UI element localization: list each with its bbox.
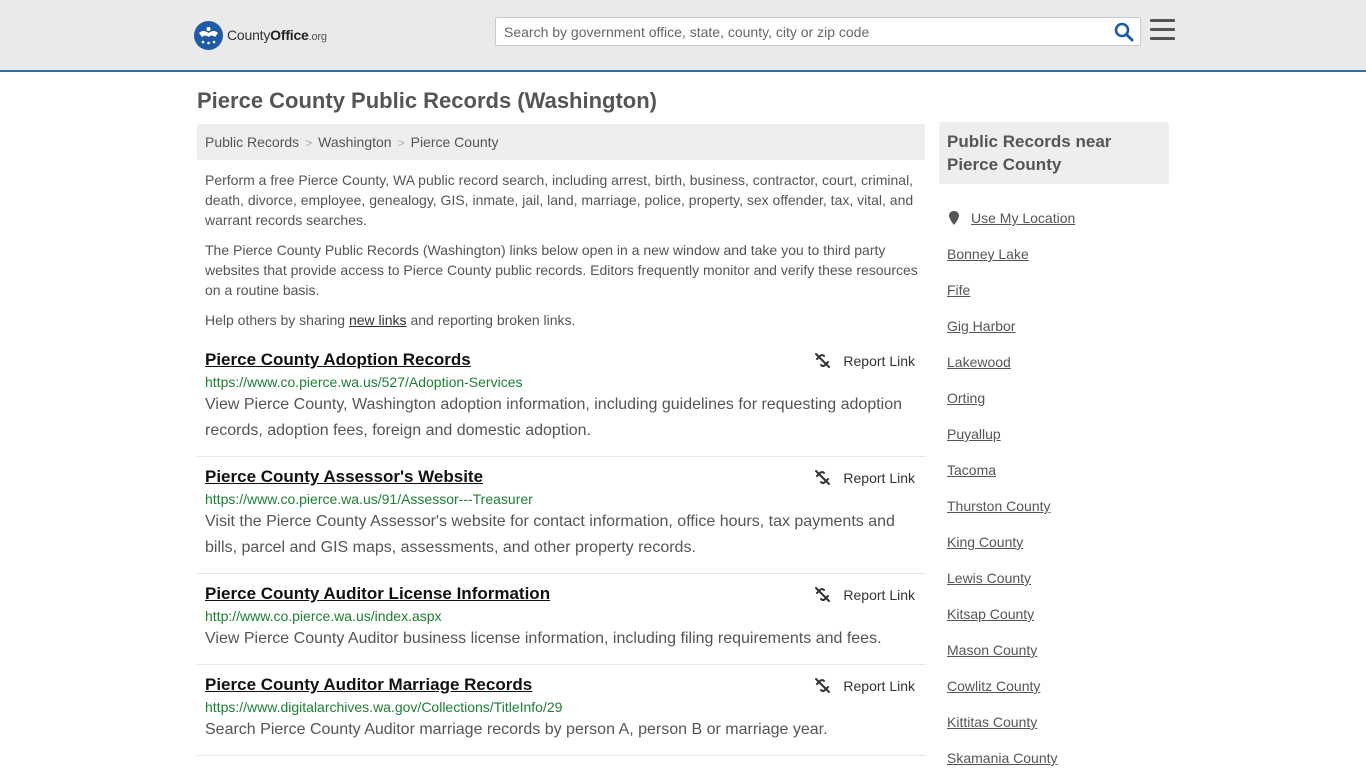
record-url: https://www.co.pierce.wa.us/91/Assessor-… — [205, 491, 533, 507]
breadcrumb-public-records[interactable]: Public Records — [205, 134, 299, 150]
breadcrumb-separator-icon: > — [397, 136, 405, 150]
page-title: Pierce County Public Records (Washington… — [197, 88, 658, 113]
record-title-link[interactable]: Pierce County Assessor's Website — [205, 467, 483, 487]
record-description: Visit the Pierce County Assessor's websi… — [205, 513, 895, 556]
site-logo[interactable]: CountyOffice.org — [194, 20, 327, 50]
new-links-link[interactable]: new links — [349, 312, 407, 328]
nearby-link-thurston-county[interactable]: Thurston County — [947, 488, 1167, 524]
nearby-link-fife[interactable]: Fife — [947, 272, 1167, 308]
nearby-link-lewis-county[interactable]: Lewis County — [947, 560, 1167, 596]
intro-paragraph: Perform a free Pierce County, WA public … — [205, 172, 914, 228]
disclaimer-paragraph: The Pierce County Public Records (Washin… — [205, 242, 918, 298]
broken-link-icon — [815, 587, 831, 602]
record-item: Pierce County Assessor's Website Report … — [197, 467, 925, 574]
report-link-button[interactable]: Report Link — [814, 469, 915, 486]
record-item: Pierce County Auditor Marriage Records R… — [197, 675, 925, 756]
map-pin-icon — [949, 211, 959, 225]
hamburger-menu-icon[interactable] — [1150, 19, 1175, 41]
record-title-link[interactable]: Pierce County Auditor License Informatio… — [205, 584, 550, 604]
nearby-link-gig-harbor[interactable]: Gig Harbor — [947, 308, 1167, 344]
record-url: https://www.co.pierce.wa.us/527/Adoption… — [205, 374, 523, 390]
record-item: Pierce County Auditor License Informatio… — [197, 584, 925, 665]
search-input[interactable] — [496, 18, 1096, 45]
breadcrumb-pierce-county[interactable]: Pierce County — [411, 134, 499, 150]
record-title-link[interactable]: Pierce County Auditor Marriage Records — [205, 675, 532, 695]
use-my-location-link[interactable]: Use My Location — [947, 200, 1167, 236]
nearby-records-heading: Public Records near Pierce County — [939, 122, 1169, 184]
nearby-link-tacoma[interactable]: Tacoma — [947, 452, 1167, 488]
record-description: View Pierce County Auditor business lice… — [205, 630, 882, 647]
nearby-link-kitsap-county[interactable]: Kitsap County — [947, 596, 1167, 632]
nearby-link-kittitas-county[interactable]: Kittitas County — [947, 704, 1167, 740]
record-url: https://www.digitalarchives.wa.gov/Colle… — [205, 699, 563, 715]
record-description: Search Pierce County Auditor marriage re… — [205, 721, 828, 738]
nearby-link-king-county[interactable]: King County — [947, 524, 1167, 560]
top-bar: CountyOffice.org — [0, 0, 1366, 72]
nearby-link-lakewood[interactable]: Lakewood — [947, 344, 1167, 380]
nearby-link-cowlitz-county[interactable]: Cowlitz County — [947, 668, 1167, 704]
nearby-records-list: Use My Location Bonney Lake Fife Gig Har… — [947, 200, 1167, 776]
report-link-button[interactable]: Report Link — [814, 586, 915, 603]
record-url: http://www.co.pierce.wa.us/index.aspx — [205, 608, 442, 624]
nearby-link-puyallup[interactable]: Puyallup — [947, 416, 1167, 452]
breadcrumb-separator-icon: > — [305, 136, 313, 150]
nearby-link-mason-county[interactable]: Mason County — [947, 632, 1167, 668]
nearby-link-bonney-lake[interactable]: Bonney Lake — [947, 236, 1167, 272]
breadcrumb: Public Records > Washington > Pierce County — [197, 124, 925, 160]
nearby-link-orting[interactable]: Orting — [947, 380, 1167, 416]
nearby-link-skamania-county[interactable]: Skamania County — [947, 740, 1167, 776]
broken-link-icon — [815, 353, 831, 368]
broken-link-icon — [815, 678, 831, 693]
record-title-link[interactable]: Pierce County Adoption Records — [205, 350, 471, 370]
logo-text: CountyOffice.org — [227, 27, 327, 43]
breadcrumb-washington[interactable]: Washington — [318, 134, 391, 150]
logo-emblem-icon — [194, 20, 223, 50]
report-link-button[interactable]: Report Link — [814, 352, 915, 369]
search-icon[interactable] — [1114, 22, 1134, 42]
record-description: View Pierce County, Washington adoption … — [205, 396, 903, 439]
help-paragraph: Help others by sharing new links and rep… — [205, 312, 576, 328]
broken-link-icon — [815, 470, 831, 485]
report-link-button[interactable]: Report Link — [814, 677, 915, 694]
record-item: Pierce County Adoption Records Report Li… — [197, 350, 925, 457]
search-box — [495, 17, 1141, 46]
